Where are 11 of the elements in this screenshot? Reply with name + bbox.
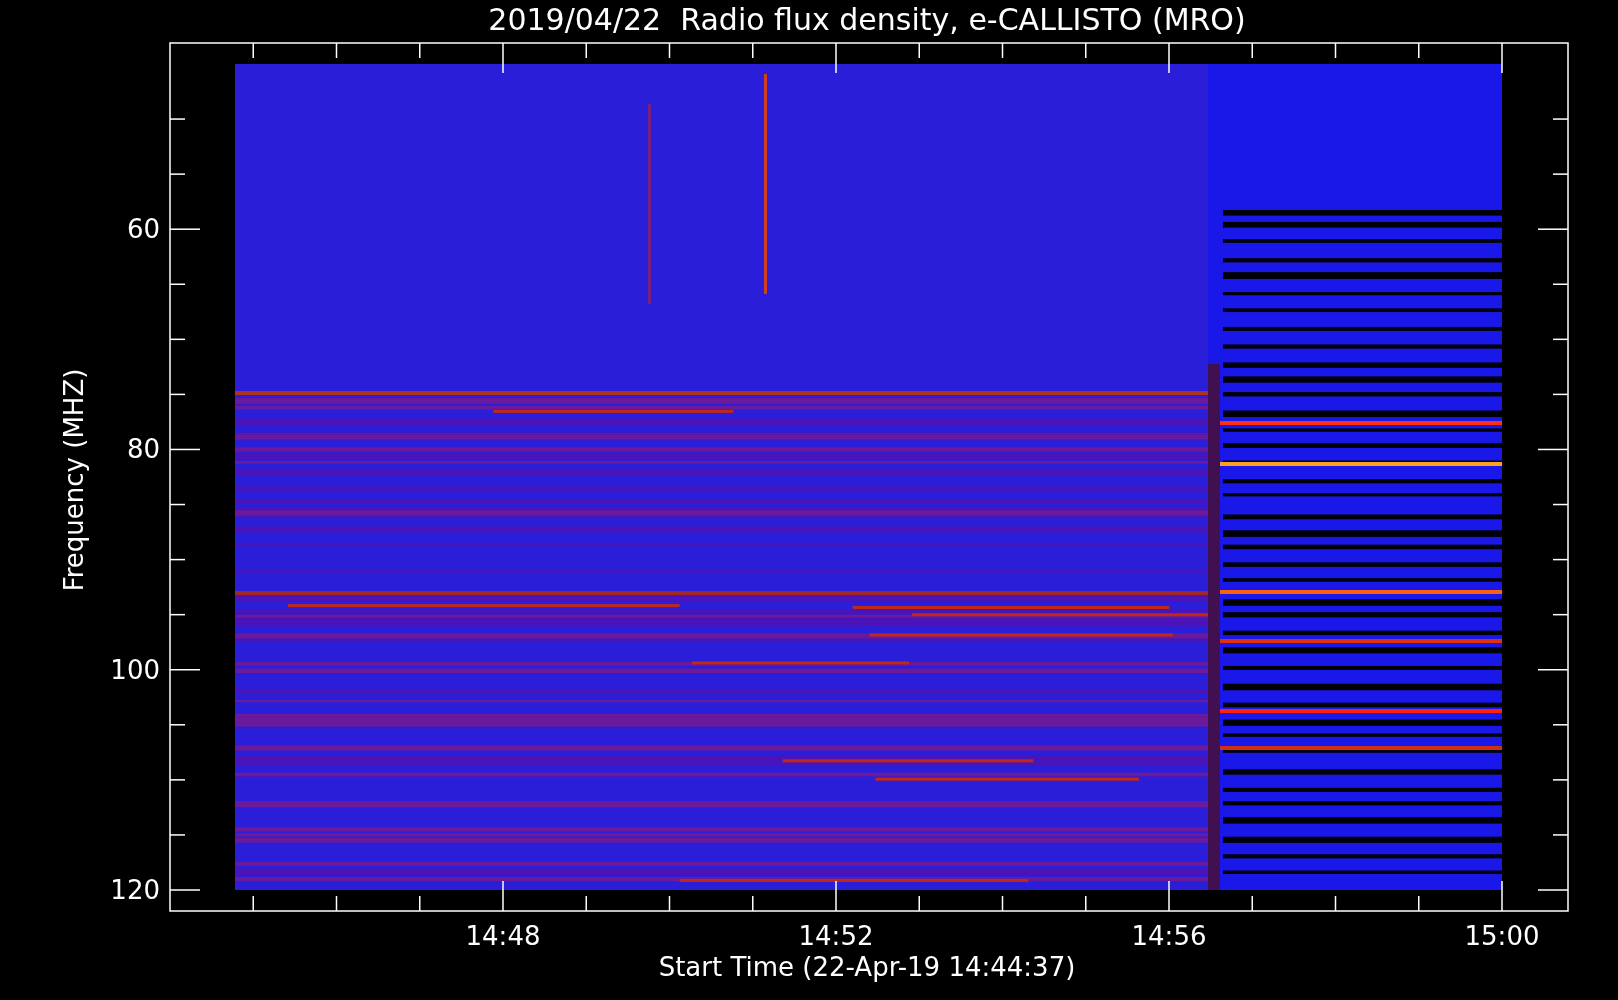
x-tick-label: 15:00 [1464, 921, 1540, 951]
x-tick-label: 14:52 [798, 921, 874, 951]
y-axis-label: Frequency (MHZ) [59, 368, 89, 592]
y-tick-label: 100 [110, 654, 160, 685]
y-tick-label: 80 [126, 434, 160, 465]
y-tick-label: 120 [110, 875, 160, 905]
x-tick-label: 14:48 [465, 921, 541, 951]
x-axis-label: Start Time (22-Apr-19 14:44:37) [658, 952, 1076, 982]
y-tick-label: 60 [126, 214, 160, 245]
chart-title: 2019/04/22 Radio flux density, e-CALLISTO (MRO) [488, 2, 1246, 37]
x-tick-label: 14:56 [1131, 921, 1207, 951]
